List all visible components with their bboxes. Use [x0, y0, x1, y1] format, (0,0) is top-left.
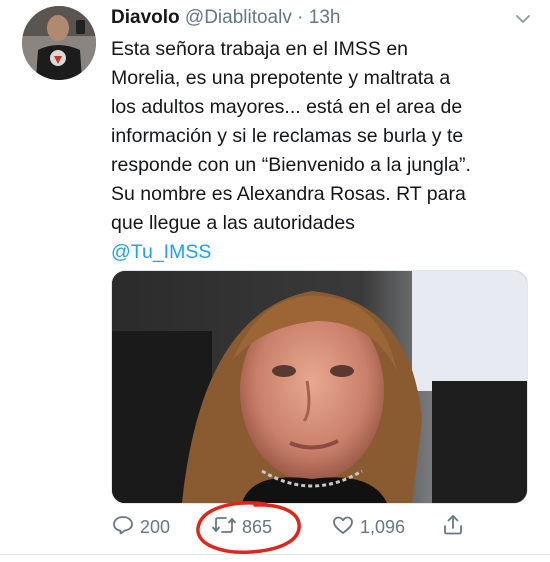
author-name[interactable]: Diavolo	[111, 7, 180, 28]
reply-icon	[111, 513, 140, 542]
tweet-photo[interactable]	[111, 270, 528, 504]
tweet-card[interactable]: Diavolo @Diablitoalv · 13h Esta señora t…	[0, 0, 550, 561]
like-count: 1,096	[360, 517, 406, 537]
tweet-text-line: Morelia, es una prepotente y maltrata a	[111, 67, 451, 89]
tweet-text-line: que llegue a las autoridades	[111, 212, 355, 234]
tweet-text-line: Esta señora trabaja en el IMSS en	[111, 38, 409, 60]
divider	[0, 554, 550, 555]
timestamp[interactable]: 13h	[309, 7, 341, 28]
reply-button[interactable]: 200	[111, 513, 170, 542]
tweet-text: Esta señora trabaja en el IMSS en Moreli…	[111, 35, 536, 267]
separator-dot: ·	[297, 7, 304, 28]
tweet-text-line: información y si le reclamas se burla y …	[111, 125, 464, 147]
author-handle[interactable]: @Diablitoalv	[185, 7, 292, 28]
tweet-header: Diavolo @Diablitoalv · 13h	[111, 6, 340, 30]
retweet-icon	[211, 513, 242, 542]
mention-link[interactable]: @Tu_IMSS	[111, 238, 536, 267]
avatar[interactable]	[22, 6, 96, 80]
share-button[interactable]	[441, 513, 470, 542]
tweet-actions: 200 865 1,096	[111, 513, 526, 543]
reply-count: 200	[140, 517, 171, 537]
retweet-count: 865	[242, 517, 273, 537]
tweet-text-line: Su nombre es Alexandra Rosas. RT para	[111, 183, 466, 205]
caret-down-icon[interactable]	[514, 10, 532, 28]
tweet-text-line: los adultos mayores... está en el area d…	[111, 96, 463, 118]
share-icon	[441, 513, 470, 542]
heart-icon	[331, 513, 360, 542]
like-button[interactable]: 1,096	[331, 513, 405, 542]
tweet-text-line: responde con un “Bienvenido a la jungla”…	[111, 154, 471, 176]
retweet-button[interactable]: 865	[211, 513, 272, 542]
